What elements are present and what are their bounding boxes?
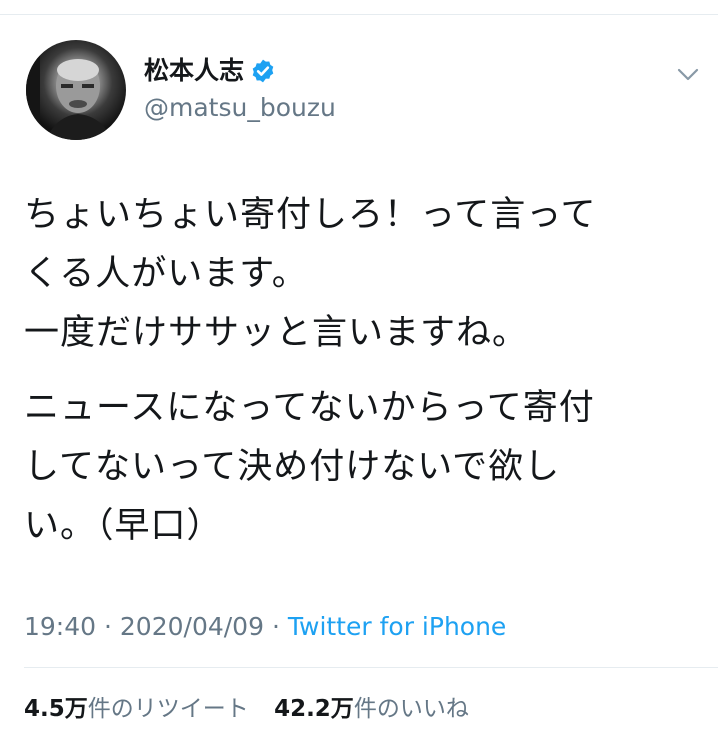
chevron-down-icon[interactable] (674, 60, 702, 88)
likes-label: 件のいいね (353, 696, 469, 722)
meta-separator: · (271, 612, 280, 641)
tweet-paragraph: ちょいちょい寄付しろ！って言って くる人がいます。 一度だけササッと言いますね。 (24, 195, 597, 353)
tweet-paragraph: ニュースになってないからって寄付 してないって決め付けないで欲し い。（早口） (24, 388, 595, 546)
author-display-name-row: 松本人志 (144, 54, 336, 88)
author-handle[interactable]: @matsu_bouzu (144, 90, 336, 126)
likes-stat[interactable]: 42.2万件のいいね (274, 696, 469, 722)
retweets-stat[interactable]: 4.5万件のリツイート (24, 696, 249, 722)
top-divider (0, 14, 718, 15)
verified-badge-icon (252, 59, 274, 83)
retweets-count: 4.5万 (24, 696, 88, 722)
tweet-source-link[interactable]: Twitter for iPhone (288, 612, 506, 641)
avatar-photo (26, 40, 112, 140)
likes-count: 42.2万 (274, 696, 354, 722)
tweet-header: 松本人志 @matsu_bouzu (26, 40, 706, 140)
retweets-label: 件のリツイート (87, 696, 249, 722)
tweet-meta: 19:40 · 2020/04/09 · Twitter for iPhone (24, 610, 506, 644)
author-display-name[interactable]: 松本人志 (144, 54, 244, 88)
avatar[interactable] (26, 40, 126, 140)
tweet-time[interactable]: 19:40 (24, 612, 96, 641)
tweet-stats: 4.5万件のリツイート 42.2万件のいいね (24, 693, 487, 725)
author-names: 松本人志 @matsu_bouzu (144, 54, 336, 126)
meta-separator: · (104, 612, 112, 641)
stats-divider (24, 667, 718, 668)
tweet-date[interactable]: 2020/04/09 (120, 612, 264, 641)
tweet-text: ちょいちょい寄付しろ！って言って くる人がいます。 一度だけササッと言いますね。… (24, 186, 704, 556)
